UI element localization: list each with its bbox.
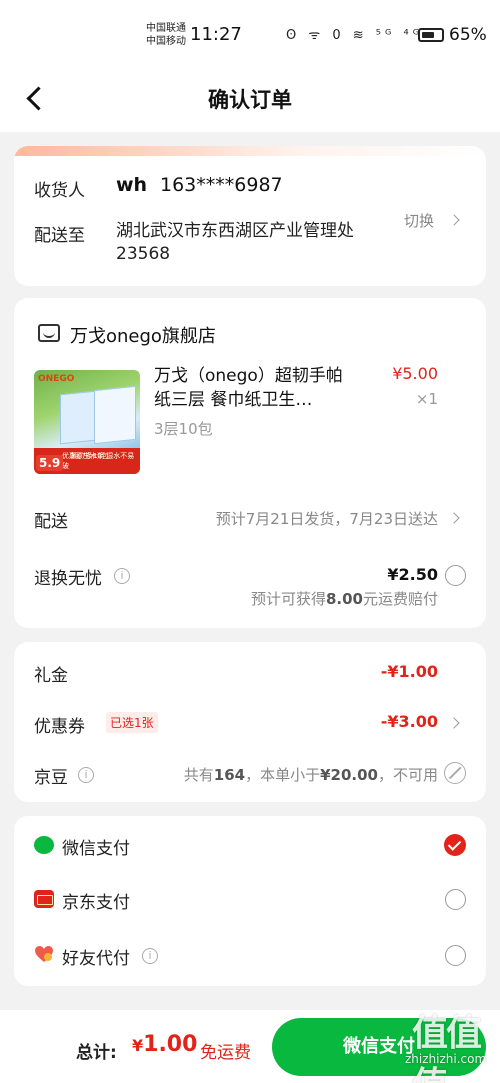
product-box-graphic <box>94 385 136 445</box>
refund-note-suffix: 元运费赔付 <box>362 590 438 608</box>
status-bar: 中国联通 中国移动 11:27 ʘ ᯤ 0 ≋ ⁵ᴳ ⁴ᴳ 65% <box>0 0 500 70</box>
payment-label: 京东支付 <box>62 893 130 913</box>
friend-heart-icon <box>35 946 53 962</box>
payment-methods-card: 微信支付 京东支付 好友代付 i <box>14 816 486 986</box>
refund-price: ¥2.50 <box>387 565 438 584</box>
address-card-strip <box>14 146 486 156</box>
wechat-icon <box>34 836 54 854</box>
product-spec: 3层10包 <box>154 420 213 438</box>
address-card[interactable]: 收货人 wh 163****6987 配送至 湖北武汉市东西湖区产业管理处235… <box>14 146 486 286</box>
jd-bean-label: 京豆 <box>34 768 68 788</box>
store-name[interactable]: 万戈onego旗舰店 <box>70 322 216 348</box>
info-icon[interactable]: i <box>114 568 130 584</box>
total-amount-value: 1.00 <box>143 1032 198 1057</box>
chevron-right-icon <box>448 717 460 729</box>
product-image-promo-2: 优惠原生木浆 湿水不易破 <box>62 452 135 470</box>
receiver-name: wh <box>116 174 148 196</box>
battery-percent: 65% <box>449 25 487 45</box>
product-image[interactable]: ONEGO 3层7条10包 优惠原生木浆 湿水不易破 5.9 <box>34 370 140 474</box>
gift-label: 礼金 <box>34 666 68 686</box>
refund-note-prefix: 预计可获得 <box>250 590 326 608</box>
product-price: ¥5.00 <box>392 364 438 383</box>
payment-radio[interactable] <box>445 945 466 966</box>
gift-value: -¥1.00 <box>380 662 438 681</box>
chevron-right-icon <box>448 512 460 524</box>
page-title: 确认订单 <box>208 88 292 112</box>
watermark-url: zhizhizhi.com <box>405 1052 487 1066</box>
nav-header: 确认订单 <box>0 70 500 132</box>
chevron-right-icon <box>448 214 460 226</box>
battery-icon <box>418 28 444 42</box>
jd-bean-note: 共有164，本单小于¥20.00，不可用 <box>184 764 438 785</box>
watermark: 值值值 <box>412 1013 482 1083</box>
battery-fill <box>422 32 434 38</box>
free-shipping-label: 免运费 <box>200 1043 251 1063</box>
switch-address-button[interactable]: 切换 <box>404 210 434 231</box>
receiver-label: 收货人 <box>34 181 85 201</box>
receiver-phone: 163****6987 <box>160 174 283 196</box>
coupon-value[interactable]: -¥3.00 <box>381 712 438 731</box>
total-amount: ¥1.00 <box>132 1032 197 1057</box>
jd-threshold: ¥20.00 <box>320 766 378 784</box>
carrier-labels: 中国联通 中国移动 <box>146 22 186 48</box>
jd-note-mid: ，本单小于 <box>245 766 321 784</box>
refund-radio[interactable] <box>445 565 466 586</box>
coupon-badge: 已选1张 <box>106 712 158 733</box>
product-title[interactable]: 万戈（onego）超韧手帕纸三层 餐巾纸卫生… <box>154 364 354 412</box>
product-image-brand: ONEGO <box>38 374 75 384</box>
refund-label: 退换无忧 <box>34 569 102 589</box>
coupon-label: 优惠券 <box>34 717 85 737</box>
ship-to-label: 配送至 <box>34 226 85 246</box>
payment-option-friend[interactable]: 好友代付 i <box>14 928 486 984</box>
payment-option-jdpay[interactable]: 京东支付 <box>14 872 486 928</box>
disabled-icon <box>444 762 466 784</box>
selected-check-icon[interactable] <box>444 834 466 856</box>
order-items-card: 万戈onego旗舰店 ONEGO 3层7条10包 优惠原生木浆 湿水不易破 5.… <box>14 298 486 628</box>
store-icon <box>38 324 60 342</box>
product-image-price-tag: 5.9 <box>36 455 64 471</box>
total-label: 总计: <box>76 1043 117 1063</box>
info-icon[interactable]: i <box>142 948 158 964</box>
refund-note-amount: 8.00 <box>325 590 363 608</box>
carrier-2: 中国移动 <box>146 36 186 47</box>
product-quantity: ×1 <box>415 390 438 408</box>
payment-label: 微信支付 <box>62 839 130 859</box>
refund-note: 预计可获得8.00元运费赔付 <box>251 588 438 609</box>
currency-symbol: ¥ <box>132 1036 144 1055</box>
discounts-card: 礼金 -¥1.00 优惠券 已选1张 -¥3.00 京豆 i 共有164，本单小… <box>14 642 486 802</box>
carrier-1: 中国联通 <box>146 23 186 34</box>
payment-option-wechat[interactable]: 微信支付 <box>14 816 486 872</box>
address-text: 湖北武汉市东西湖区产业管理处23568 <box>116 221 354 264</box>
status-icons: ʘ ᯤ 0 ≋ ⁵ᴳ ⁴ᴳ <box>286 28 424 43</box>
delivery-label: 配送 <box>34 512 68 532</box>
jd-count: 164 <box>213 766 246 784</box>
jd-note-suffix: ，不可用 <box>377 766 438 784</box>
jdpay-icon <box>34 890 54 908</box>
payment-radio[interactable] <box>445 889 466 910</box>
payment-label: 好友代付 <box>62 949 130 969</box>
jd-note-prefix: 共有 <box>183 766 214 784</box>
delivery-info[interactable]: 预计7月21日发货，7月23日送达 <box>216 508 438 529</box>
info-icon[interactable]: i <box>78 767 94 783</box>
status-time: 11:27 <box>190 24 242 45</box>
